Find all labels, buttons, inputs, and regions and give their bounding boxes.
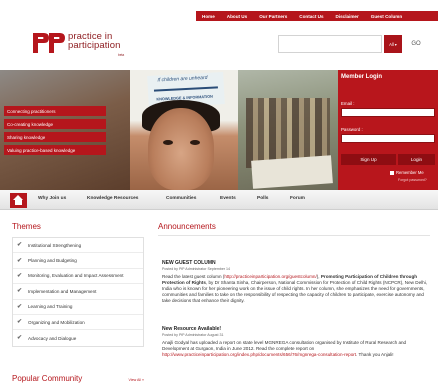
post-link[interactable]: http://practiceinparticipation.org/guest… [224,274,316,279]
email-label: Email : [341,101,355,106]
post-body: Read the latest guest column (http://pra… [162,274,428,304]
post-text: Anajli Godyal has uploaded a report on s… [162,340,407,351]
hero-nav-sharing[interactable]: Sharing knowledge [4,132,106,142]
theme-label: Planning and Budgeting [28,258,77,264]
login-button[interactable]: Login [398,154,435,165]
check-icon: ✔ [17,272,23,279]
top-nav-about-us[interactable]: About Us [221,14,253,19]
post-link[interactable]: http://www.practiceinparticipation.org/i… [162,352,356,357]
post-meta: Posted by PiP Administrator August 31 [162,333,224,337]
home-icon-body [15,200,22,205]
site-header: practice in participation beta All ▾ GO [0,22,438,70]
child-eye-right [190,140,200,145]
theme-label: Institutional Strengthening [28,242,82,248]
check-icon: ✔ [17,242,23,249]
logo-wordmark[interactable]: practice in participation [68,32,121,51]
logo-line-2: participation [68,40,121,51]
theme-item[interactable]: ✔ Implementation and Management [13,284,143,300]
post-body: Anajli Godyal has uploaded a report on s… [162,340,428,358]
announcements-title: Announcements [158,222,430,236]
poster-divider [153,86,218,92]
theme-item[interactable]: ✔ Planning and Budgeting [13,253,143,269]
check-icon: ✔ [17,257,23,264]
login-title: Member Login [341,74,383,80]
hero-nav-valuing[interactable]: Valuing practice-based knowledge [4,145,106,155]
theme-label: Implementation and Management [28,288,97,294]
post-meta: Posted by PiP Administrator September 14 [162,267,231,271]
search-filter-value: All [389,41,394,47]
password-field[interactable] [341,134,435,143]
theme-label: Organizing and Mobilization [28,319,85,325]
top-navigation: Home About Us Our Partners Contact Us Di… [196,11,438,21]
remember-me[interactable]: Remember Me [390,170,424,175]
themes-list: ✔ Institutional Strengthening ✔ Planning a… [12,237,144,347]
announcement-post: NEW GUEST COLUMN Posted by PiP Administr… [162,260,428,304]
theme-label: Advocacy and Dialogue [28,335,77,341]
sign-up-button[interactable]: Sign Up [341,154,396,165]
check-icon: ✔ [17,319,23,326]
announcements-section: Announcements NEW GUEST COLUMN Posted by… [158,222,430,388]
child-face [148,108,214,190]
announcement-post: New Resource Available! Posted by PiP Ad… [162,326,428,358]
themes-title: Themes [12,222,41,231]
main-navigation: Why Join us Knowledge Resources Communit… [0,190,438,210]
nav-events[interactable]: Events [220,196,236,201]
remember-me-checkbox[interactable] [390,170,394,175]
popular-community-header: Popular Community View All » [12,374,144,383]
hero-paper-image [251,155,333,189]
nav-knowledge-resources[interactable]: Knowledge Resources [87,196,138,201]
pp-logo-icon[interactable] [32,32,66,54]
top-nav-our-partners[interactable]: Our Partners [253,14,293,19]
poster-line-1: If children are unheard [157,74,208,84]
check-icon: ✔ [17,288,23,295]
post-text: . Thank you Anjali! [356,352,394,357]
member-login-panel: Member Login Email : Password : Sign Up … [338,70,438,190]
theme-item[interactable]: ✔ Advocacy and Dialogue [13,330,143,345]
nav-why-join-us[interactable]: Why Join us [38,196,66,201]
top-nav-contact-us[interactable]: Contact Us [293,14,329,19]
theme-item[interactable]: ✔ Institutional Strengthening [13,238,143,254]
popular-community-title: Popular Community [12,374,83,383]
post-title[interactable]: NEW GUEST COLUMN [162,260,428,266]
hero-nav: Connecting practitioners Co-creating kno… [4,106,106,158]
theme-item[interactable]: ✔ Learning and Training [13,300,143,315]
check-icon: ✔ [17,335,23,342]
top-bar: Home About Us Our Partners Contact Us Di… [0,0,438,22]
search-input[interactable] [278,35,382,53]
logo-beta-tag: beta [118,53,125,57]
sidebar: Themes ✔ Institutional Strengthening ✔ Pla… [12,222,144,388]
hero-nav-co-creating[interactable]: Co-creating knowledge [4,119,106,129]
check-icon: ✔ [17,303,23,310]
remember-me-label: Remember Me [396,170,424,175]
search-go-button[interactable]: GO [405,35,427,53]
hero-nav-connecting[interactable]: Connecting practitioners [4,106,106,116]
nav-polls[interactable]: Polls [257,196,268,201]
theme-item[interactable]: ✔ Organizing and Mobilization [13,315,143,331]
child-eye-left [163,140,173,145]
theme-label: Monitoring, Evaluation and Impact Assess… [28,273,124,279]
nav-communities[interactable]: Communities [166,196,196,201]
password-label: Password : [341,127,363,132]
theme-label: Learning and Training [28,304,73,310]
top-nav-home[interactable]: Home [196,14,221,19]
post-title[interactable]: New Resource Available! [162,326,428,332]
top-nav-guest-column[interactable]: Guest Column [365,14,408,19]
theme-item[interactable]: ✔ Monitoring, Evaluation and Impact Asses… [13,269,143,285]
home-button[interactable] [10,193,27,208]
post-text: Read the latest guest column ( [162,274,225,279]
email-field[interactable] [341,108,435,117]
forgot-password-link[interactable]: Forgot password? [398,178,427,182]
nav-forum[interactable]: Forum [290,196,305,201]
view-all-link[interactable]: View All » [128,378,144,382]
search-filter-select[interactable]: All ▾ [384,35,402,53]
top-nav-disclaimer[interactable]: Disclaimer [330,14,365,19]
chevron-down-icon: ▾ [394,41,397,47]
